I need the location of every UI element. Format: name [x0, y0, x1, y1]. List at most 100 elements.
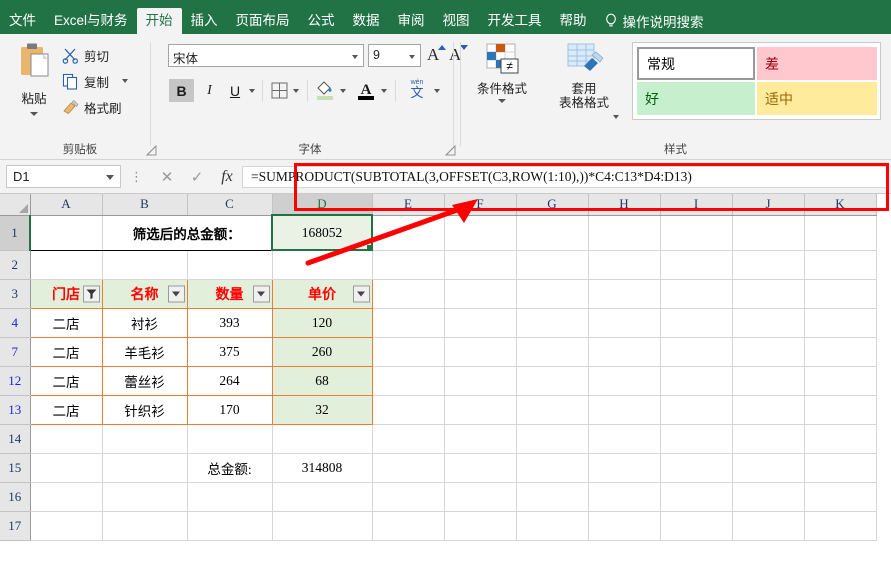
bold-button[interactable]: B: [169, 79, 194, 102]
cell-G14[interactable]: [516, 424, 589, 454]
format-painter-button[interactable]: 格式刷: [62, 96, 122, 118]
cell-D16[interactable]: [272, 482, 373, 512]
cell-C15[interactable]: 总金额:: [187, 453, 273, 483]
ribbon-tab-help[interactable]: 帮助: [551, 8, 596, 34]
col-header-D[interactable]: D: [272, 194, 373, 216]
cell-B14[interactable]: [102, 424, 188, 454]
cell-G16[interactable]: [516, 482, 589, 512]
col-header-C[interactable]: C: [187, 194, 273, 216]
filter-button-price[interactable]: [352, 285, 370, 302]
cell-H2[interactable]: [588, 250, 661, 280]
cell-C13[interactable]: 170: [186, 394, 273, 425]
formula-bar-grip[interactable]: ⋮: [130, 169, 143, 185]
cell-G3[interactable]: [516, 279, 589, 309]
cell-I12[interactable]: [660, 366, 733, 396]
font-color-dropdown[interactable]: [378, 86, 390, 96]
row-header-13[interactable]: 13: [0, 395, 31, 425]
cell-B16[interactable]: [102, 482, 188, 512]
font-name-combo[interactable]: 宋体: [168, 44, 364, 67]
cell-B7[interactable]: 羊毛衫: [101, 336, 188, 367]
cell-F12[interactable]: [444, 366, 517, 396]
col-header-J[interactable]: J: [732, 194, 805, 216]
cell-K14[interactable]: [804, 424, 877, 454]
cell-I4[interactable]: [660, 308, 733, 338]
borders-button[interactable]: [269, 80, 289, 100]
fill-color-button[interactable]: [314, 78, 336, 102]
col-header-F[interactable]: F: [444, 194, 517, 216]
cell-K16[interactable]: [804, 482, 877, 512]
cell-A12[interactable]: 二店: [29, 365, 103, 396]
cell-D14[interactable]: [272, 424, 373, 454]
cell-H4[interactable]: [588, 308, 661, 338]
cell-I3[interactable]: [660, 279, 733, 309]
col-header-K[interactable]: K: [804, 194, 877, 216]
italic-button[interactable]: I: [197, 79, 222, 102]
font-size-combo[interactable]: 9: [368, 44, 421, 67]
cell-K13[interactable]: [804, 395, 877, 425]
confirm-formula-button[interactable]: ✓: [182, 168, 212, 186]
cell-A13[interactable]: 二店: [29, 394, 103, 425]
cell-C17[interactable]: [187, 511, 273, 541]
cell-I2[interactable]: [660, 250, 733, 280]
filter-button-store[interactable]: [82, 285, 100, 302]
cell-B15[interactable]: [102, 453, 188, 483]
cell-G2[interactable]: [516, 250, 589, 280]
cell-J16[interactable]: [732, 482, 805, 512]
cell-K7[interactable]: [804, 337, 877, 367]
cell-I16[interactable]: [660, 482, 733, 512]
cell-F16[interactable]: [444, 482, 517, 512]
cell-H3[interactable]: [588, 279, 661, 309]
cell-style-good[interactable]: 好: [637, 82, 755, 115]
cell-D2[interactable]: [272, 250, 373, 280]
cell-C4[interactable]: 393: [186, 307, 273, 338]
copy-dropdown-caret[interactable]: [122, 79, 129, 83]
cell-K4[interactable]: [804, 308, 877, 338]
row-header-3[interactable]: 3: [0, 279, 31, 309]
cell-B4[interactable]: 衬衫: [101, 307, 188, 338]
font-dialog-launcher-icon[interactable]: [445, 145, 456, 156]
col-header-G[interactable]: G: [516, 194, 589, 216]
cell-J2[interactable]: [732, 250, 805, 280]
cell-J13[interactable]: [732, 395, 805, 425]
cell-K17[interactable]: [804, 511, 877, 541]
cell-B1[interactable]: 筛选后的总金额：: [102, 214, 273, 251]
phonetic-guide-button[interactable]: wén 文: [404, 76, 430, 102]
row-header-16[interactable]: 16: [0, 482, 31, 512]
cell-H12[interactable]: [588, 366, 661, 396]
cell-I14[interactable]: [660, 424, 733, 454]
cell-D17[interactable]: [272, 511, 373, 541]
cell-J4[interactable]: [732, 308, 805, 338]
cell-F1[interactable]: [444, 215, 517, 251]
cell-A16[interactable]: [30, 482, 103, 512]
cell-E4[interactable]: [372, 308, 445, 338]
cell-G1[interactable]: [516, 215, 589, 251]
cell-B17[interactable]: [102, 511, 188, 541]
cell-F14[interactable]: [444, 424, 517, 454]
cell-E14[interactable]: [372, 424, 445, 454]
cell-H7[interactable]: [588, 337, 661, 367]
col-header-A[interactable]: A: [30, 194, 103, 216]
row-header-14[interactable]: 14: [0, 424, 31, 454]
cell-D15[interactable]: 314808: [272, 453, 373, 483]
cell-style-bad[interactable]: 差: [757, 47, 877, 80]
increase-font-size-button[interactable]: A: [427, 45, 446, 65]
cell-J1[interactable]: [732, 215, 805, 251]
cell-F2[interactable]: [444, 250, 517, 280]
cell-H14[interactable]: [588, 424, 661, 454]
underline-dropdown[interactable]: [246, 86, 258, 96]
cell-F15[interactable]: [444, 453, 517, 483]
ribbon-tab-developer[interactable]: 开发工具: [479, 8, 551, 34]
cell-D3[interactable]: 单价: [271, 278, 373, 309]
cell-H15[interactable]: [588, 453, 661, 483]
cell-E13[interactable]: [372, 395, 445, 425]
cell-E7[interactable]: [372, 337, 445, 367]
paste-dropdown-caret[interactable]: [30, 112, 38, 116]
cell-E3[interactable]: [372, 279, 445, 309]
cell-B12[interactable]: 蕾丝衫: [101, 365, 188, 396]
cell-K1[interactable]: [804, 215, 877, 251]
formula-input[interactable]: =SUMPRODUCT(SUBTOTAL(3,OFFSET(C3,ROW(1:1…: [242, 165, 887, 188]
cell-C12[interactable]: 264: [186, 365, 273, 396]
cell-I17[interactable]: [660, 511, 733, 541]
cell-F3[interactable]: [444, 279, 517, 309]
borders-dropdown[interactable]: [290, 86, 302, 96]
